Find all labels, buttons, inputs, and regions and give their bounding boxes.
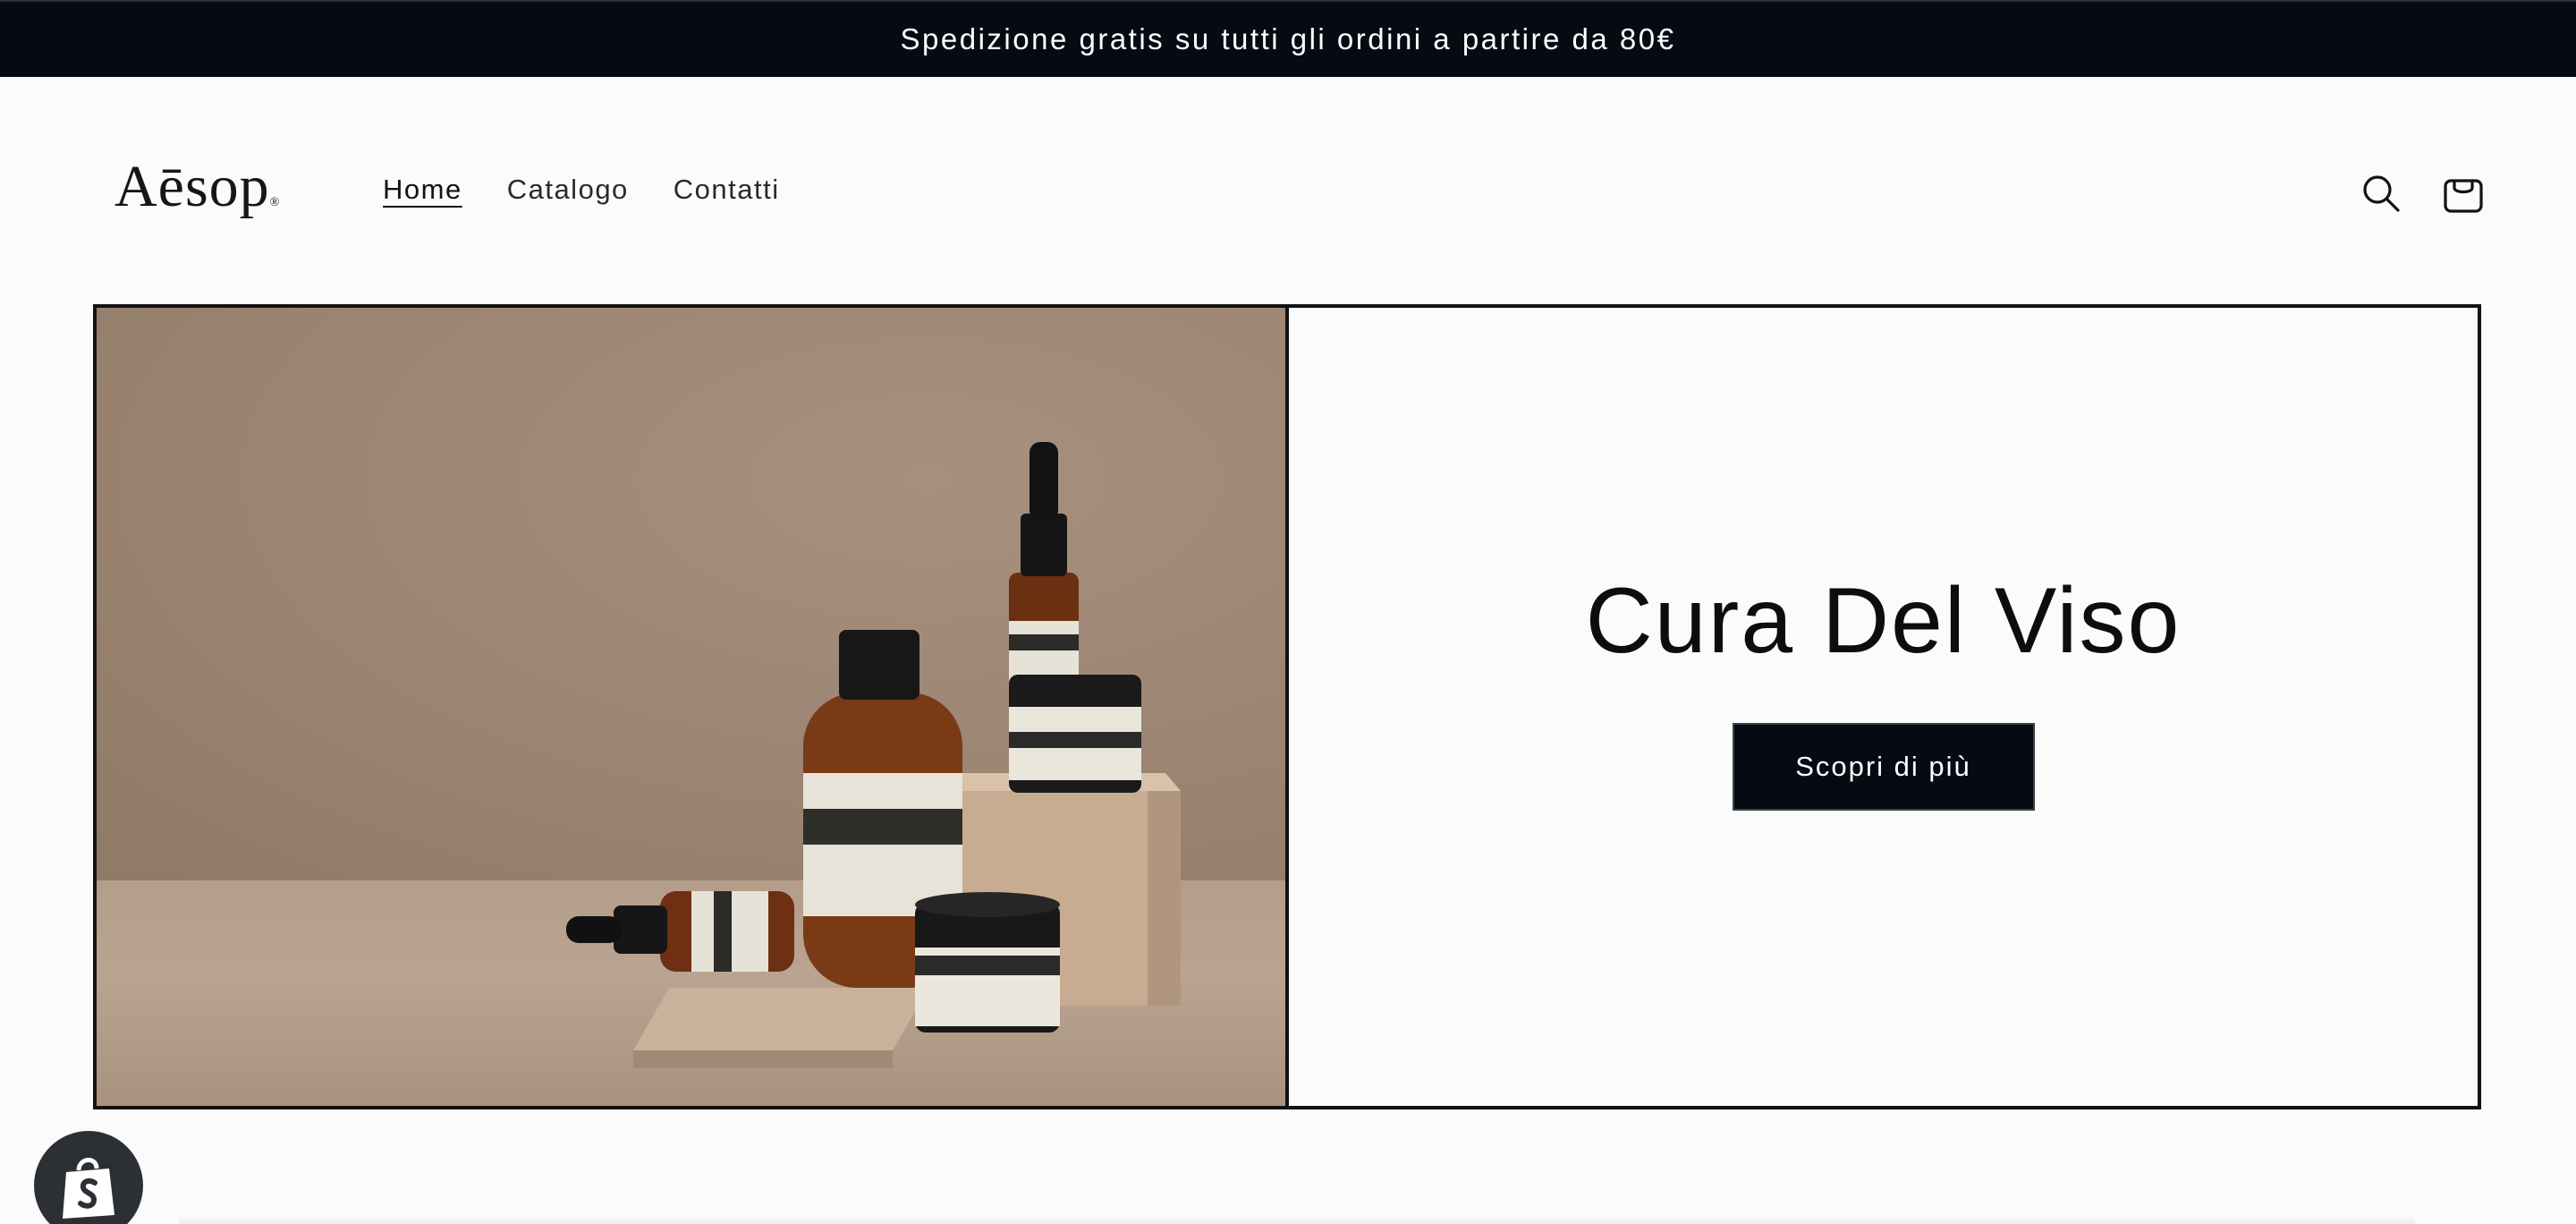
- hero-banner: Cura Del Viso Scopri di più: [93, 304, 2481, 1109]
- hero-title: Cura Del Viso: [1585, 568, 2182, 673]
- nav-item-home[interactable]: Home: [383, 174, 462, 209]
- search-icon: [2363, 175, 2400, 212]
- shopify-chat-badge[interactable]: [34, 1131, 143, 1224]
- search-button[interactable]: [2354, 166, 2408, 220]
- logo[interactable]: Aēsop®: [114, 157, 280, 217]
- product-photo-illustration: [566, 442, 1181, 1068]
- announcement-text: Spedizione gratis su tutti gli ordini a …: [900, 22, 1676, 55]
- logo-text: Aēsop: [114, 154, 270, 219]
- nav-item-contatti[interactable]: Contatti: [674, 174, 780, 209]
- announcement-bar: Spedizione gratis su tutti gli ordini a …: [0, 0, 2576, 77]
- logo-registered-mark: ®: [269, 196, 281, 209]
- nav-item-catalogo[interactable]: Catalogo: [507, 174, 629, 209]
- cart-button[interactable]: [2436, 166, 2490, 220]
- hero-content: Cura Del Viso Scopri di più: [1289, 308, 2478, 1106]
- cart-icon: [2444, 179, 2483, 213]
- hero-image: [97, 308, 1289, 1106]
- bottom-shadow: [179, 1215, 2415, 1224]
- discover-more-button[interactable]: Scopri di più: [1732, 722, 2035, 811]
- site-header: Aēsop® Home Catalogo Contatti: [0, 77, 2576, 306]
- main-nav: Home Catalogo Contatti: [383, 174, 780, 209]
- shopify-bag-icon: [63, 1158, 114, 1219]
